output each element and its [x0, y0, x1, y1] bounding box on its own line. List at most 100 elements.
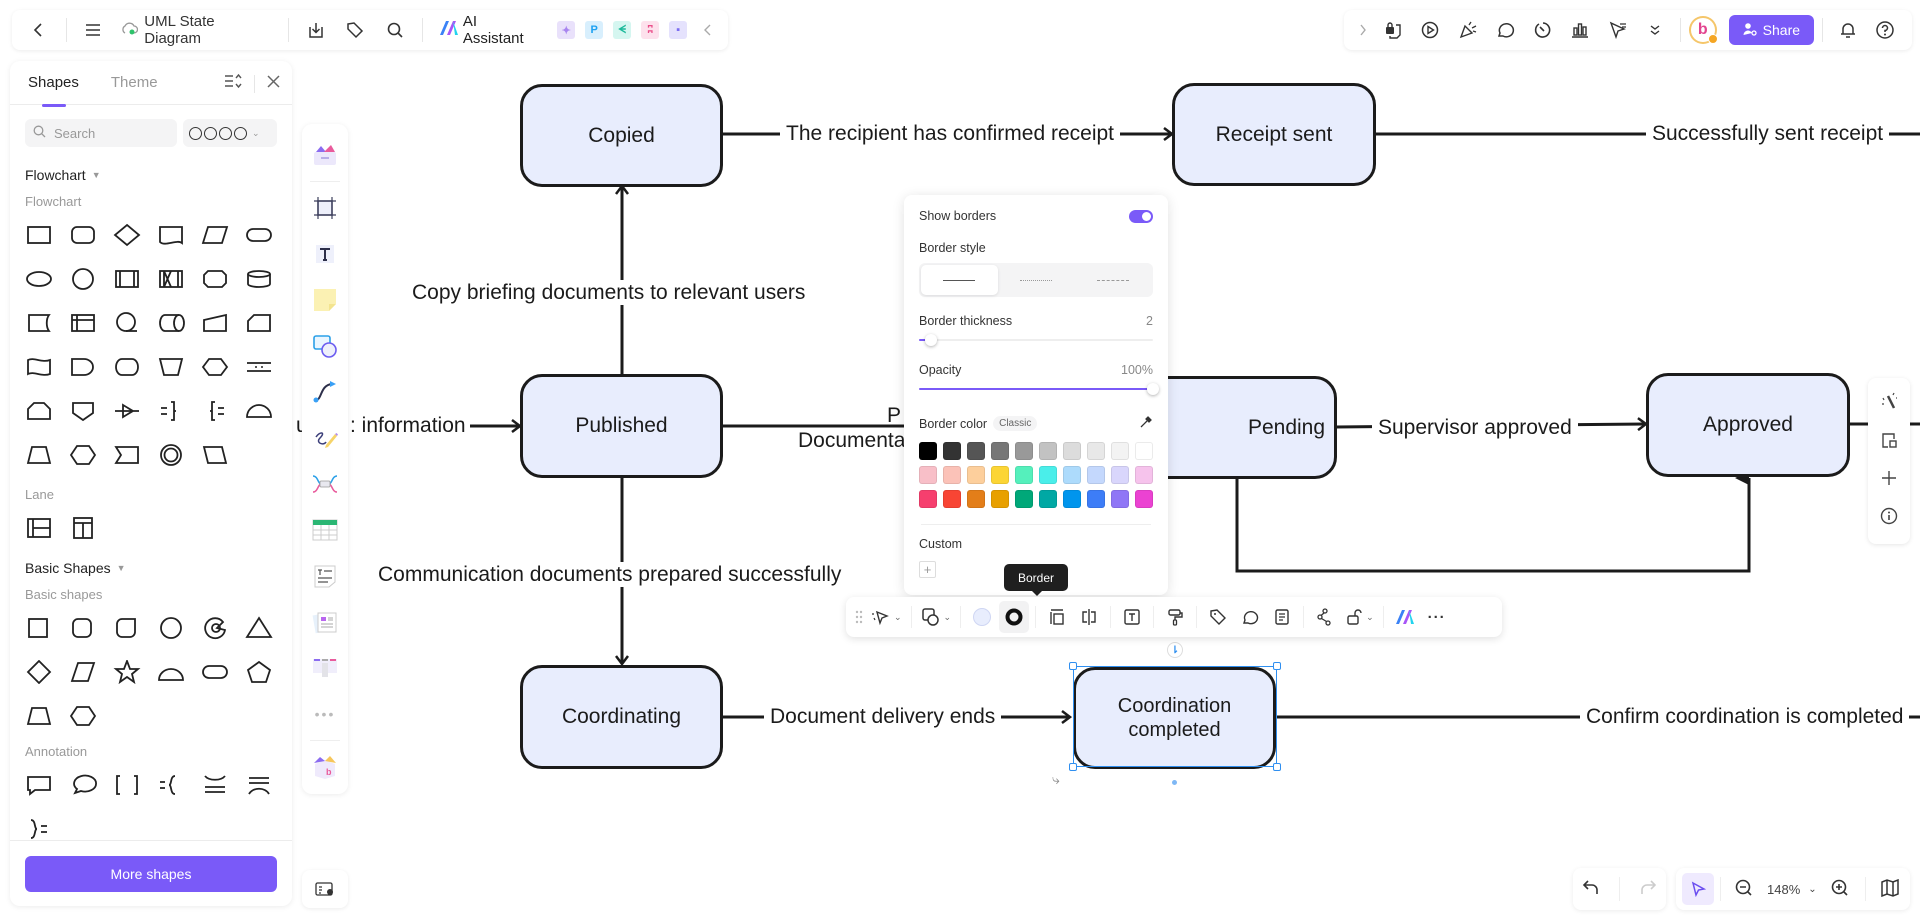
- comment-icon[interactable]: [1488, 15, 1522, 45]
- table-tool-icon[interactable]: [309, 514, 341, 546]
- flowchart-shape-item[interactable]: [69, 267, 97, 291]
- color-swatch[interactable]: [1135, 442, 1153, 460]
- color-swatch[interactable]: [943, 442, 961, 460]
- shape-style-dropdown[interactable]: ⌄: [183, 119, 277, 147]
- border-style-solid[interactable]: [921, 265, 998, 295]
- more-tools-icon[interactable]: •••: [309, 698, 341, 730]
- tab-shapes[interactable]: Shapes: [28, 66, 79, 107]
- basic-shape-item[interactable]: [201, 660, 229, 684]
- edge-label-comm-prepared[interactable]: Communication documents prepared success…: [372, 562, 848, 588]
- color-swatch[interactable]: [1063, 442, 1081, 460]
- basic-shape-item[interactable]: [201, 616, 229, 640]
- color-swatch[interactable]: [1063, 466, 1081, 484]
- basic-shape-item[interactable]: [25, 660, 53, 684]
- drag-handle-icon[interactable]: [852, 601, 866, 633]
- slider-knob[interactable]: [924, 334, 937, 346]
- edge-label-copy-briefing[interactable]: Copy briefing documents to relevant user…: [406, 280, 812, 306]
- color-swatch[interactable]: [1087, 442, 1105, 460]
- palette-name-badge[interactable]: Classic: [993, 416, 1038, 431]
- annotation-shape-item[interactable]: [25, 817, 53, 841]
- map-icon[interactable]: [1880, 878, 1900, 900]
- mindmap-tool-icon[interactable]: [309, 468, 341, 500]
- app-image-ai-icon[interactable]: ✦: [557, 21, 576, 39]
- edge-label-confirm-coordination[interactable]: Confirm coordination is completed: [1580, 704, 1910, 730]
- annotation-shape-item[interactable]: [25, 773, 53, 797]
- basic-shape-item[interactable]: [69, 616, 97, 640]
- edge-label-confirmed-receipt[interactable]: The recipient has confirmed receipt: [780, 121, 1120, 147]
- app-chat-icon[interactable]: ▪: [669, 21, 688, 39]
- resize-handle-tr[interactable]: [1273, 662, 1281, 670]
- flowchart-shape-item[interactable]: [157, 311, 185, 335]
- annotation-shape-item[interactable]: [201, 773, 229, 797]
- node-pending[interactable]: Pending: [1140, 376, 1337, 479]
- annotation-shape-item[interactable]: [69, 773, 97, 797]
- zoom-in-icon[interactable]: [1831, 879, 1849, 900]
- kanban-icon[interactable]: [309, 652, 341, 684]
- border-style-dashed[interactable]: [1074, 265, 1151, 295]
- zoom-out-icon[interactable]: [1735, 879, 1753, 900]
- flowchart-shape-item[interactable]: [245, 223, 273, 247]
- frame-icon[interactable]: [1880, 431, 1898, 454]
- text-document-icon[interactable]: [309, 560, 341, 592]
- color-swatch[interactable]: [1111, 490, 1129, 508]
- flowchart-shape-item[interactable]: [69, 355, 97, 379]
- color-swatch[interactable]: [967, 490, 985, 508]
- flowchart-shape-item[interactable]: [201, 311, 229, 335]
- app-org-chart-icon[interactable]: ʭ: [641, 21, 660, 39]
- flowchart-shape-item[interactable]: [157, 223, 185, 247]
- show-borders-toggle[interactable]: [1129, 209, 1153, 223]
- manage-shapes-icon[interactable]: [224, 73, 242, 94]
- chart-icon[interactable]: [1563, 15, 1597, 45]
- basic-shape-item[interactable]: [245, 616, 273, 640]
- frame-icon[interactable]: [309, 192, 341, 224]
- border-thickness-slider[interactable]: [919, 334, 1153, 346]
- magic-wand-icon[interactable]: [1880, 392, 1898, 415]
- flowchart-shape-item[interactable]: [113, 443, 141, 467]
- annotation-shape-item[interactable]: [113, 773, 141, 797]
- color-swatch[interactable]: [943, 466, 961, 484]
- connection-point[interactable]: [1172, 780, 1177, 785]
- search-icon[interactable]: [378, 15, 412, 45]
- connect-handle-icon[interactable]: ⇂: [1167, 642, 1183, 658]
- align-button[interactable]: [1042, 601, 1072, 633]
- slider-knob[interactable]: [1147, 383, 1159, 395]
- node-copied[interactable]: Copied: [520, 84, 723, 187]
- annotation-shape-item[interactable]: [245, 773, 273, 797]
- note-button[interactable]: [1267, 601, 1297, 633]
- ai-button[interactable]: [1390, 601, 1420, 633]
- pen-tool-icon[interactable]: [309, 422, 341, 454]
- flowchart-shape-item[interactable]: [245, 399, 273, 423]
- section-flowchart-header[interactable]: Flowchart ▼: [25, 167, 277, 183]
- edge-label-sent-receipt[interactable]: Successfully sent receipt: [1646, 121, 1890, 147]
- color-swatch[interactable]: [1135, 466, 1153, 484]
- edge-label-delivery-ends[interactable]: Document delivery ends: [764, 704, 1002, 730]
- flowchart-shape-item[interactable]: [69, 443, 97, 467]
- close-panel-icon[interactable]: [267, 74, 280, 93]
- zoom-level[interactable]: 148%: [1767, 882, 1800, 897]
- node-receipt-sent[interactable]: Receipt sent: [1172, 83, 1376, 186]
- help-icon[interactable]: [1869, 15, 1903, 45]
- color-swatch[interactable]: [919, 442, 937, 460]
- collapse-toolbar-icon[interactable]: [698, 15, 718, 45]
- flowchart-shape-item[interactable]: [245, 267, 273, 291]
- shape-tool-icon[interactable]: [309, 330, 341, 362]
- more-icon[interactable]: ···: [1422, 601, 1452, 633]
- node-approved[interactable]: Approved: [1646, 373, 1850, 477]
- flowchart-shape-item[interactable]: [25, 223, 53, 247]
- minimap-location-button[interactable]: [302, 870, 348, 908]
- color-swatch[interactable]: [1039, 442, 1057, 460]
- app-mindmap-icon[interactable]: ᗕ: [613, 21, 632, 39]
- basic-shape-item[interactable]: [69, 704, 97, 728]
- color-swatch[interactable]: [991, 442, 1009, 460]
- text-tool-icon[interactable]: [309, 238, 341, 270]
- more-shapes-button[interactable]: More shapes: [25, 855, 277, 892]
- plugin-box-icon[interactable]: b: [309, 751, 341, 783]
- fill-color-button[interactable]: [967, 601, 997, 633]
- edge-label-documenta[interactable]: Documenta: [798, 428, 905, 453]
- node-published[interactable]: Published: [520, 374, 723, 478]
- color-swatch[interactable]: [1015, 442, 1033, 460]
- flowchart-shape-item[interactable]: [25, 267, 53, 291]
- zoom-dropdown-icon[interactable]: ⌄: [1808, 884, 1816, 895]
- shape-search-input[interactable]: Search: [25, 119, 177, 147]
- share-button[interactable]: Share: [1728, 15, 1815, 45]
